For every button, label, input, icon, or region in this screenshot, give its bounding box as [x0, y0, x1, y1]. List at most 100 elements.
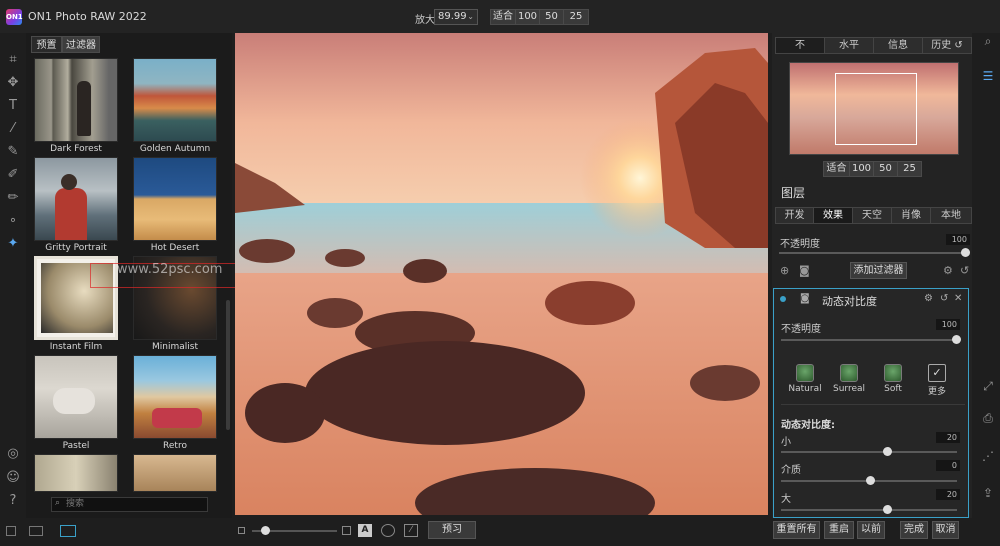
tab-effects[interactable]: 效果 [813, 207, 853, 224]
slider-medium-knob[interactable] [866, 476, 875, 485]
overlay-icon[interactable]: ⁄ [404, 524, 418, 537]
tab-sky[interactable]: 天空 [852, 207, 892, 224]
user-icon[interactable]: ☺ [5, 470, 21, 486]
nav-25-button[interactable]: 25 [897, 161, 922, 177]
opacity-slider[interactable] [779, 252, 964, 254]
nav-fit-button[interactable]: 适合 [823, 161, 850, 177]
search-input[interactable]: 搜索 [51, 497, 208, 512]
filter-opacity-label: 不透明度 [781, 324, 821, 335]
slider-small[interactable] [781, 451, 957, 453]
preset-thumb-retro[interactable] [133, 355, 217, 439]
tab-navigator[interactable]: 不 [775, 37, 825, 54]
retouch-brush-icon[interactable]: ✐ [5, 167, 21, 183]
preset-thumb-pastel[interactable] [34, 355, 118, 439]
preset-surreal-icon[interactable] [840, 364, 858, 382]
brush-icon[interactable]: ⁄ [5, 121, 21, 137]
previous-button[interactable]: 以前 [857, 521, 885, 539]
add-filter-button[interactable]: 添加过滤器 [850, 262, 907, 279]
export-icon[interactable]: ⇪ [980, 485, 996, 501]
thumbnail-size-knob[interactable] [261, 526, 270, 535]
filter-close-icon[interactable]: ✕ [954, 293, 962, 304]
preset-thumb-next-right[interactable] [133, 454, 217, 492]
preset-thumb-golden-autumn[interactable] [133, 58, 217, 142]
add-layer-icon[interactable]: ⊕ [780, 264, 789, 277]
filter-gear-icon[interactable]: ⚙ [924, 293, 933, 304]
preset-surreal-label: Surreal [832, 384, 865, 394]
more-presets-icon[interactable]: ✓ [928, 364, 946, 382]
print-icon[interactable]: ⎙ [980, 410, 996, 426]
zoom-50-button[interactable]: 50 [539, 9, 564, 25]
tab-info[interactable]: 信息 [873, 37, 923, 54]
filter-mask-icon[interactable]: ◙ [800, 293, 810, 304]
preset-soft-icon[interactable] [884, 364, 902, 382]
gear-icon[interactable]: ⚙ [943, 264, 953, 277]
slider-large[interactable] [781, 509, 957, 511]
zoom-small-icon[interactable] [238, 527, 245, 534]
tab-levels[interactable]: 水平 [824, 37, 874, 54]
preset-thumb-dark-forest[interactable] [34, 58, 118, 142]
preset-thumb-next-left[interactable] [34, 454, 118, 492]
mask-icon[interactable]: ◙ [799, 264, 810, 277]
history-label: 历史 [931, 40, 952, 51]
cancel-button[interactable]: 取消 [932, 521, 959, 539]
crop-icon[interactable]: ⌗ [5, 52, 21, 68]
layers-icon[interactable]: ◎ [5, 446, 21, 462]
zoom-large-icon[interactable] [342, 526, 351, 535]
tab-history[interactable]: 历史 ↺ [922, 37, 972, 54]
grid-view-icon[interactable] [60, 525, 76, 537]
text-overlay-icon[interactable]: A [358, 524, 372, 537]
clone-icon[interactable]: ∘ [5, 213, 21, 229]
share-icon[interactable]: ⋰ [980, 448, 996, 464]
slider-large-knob[interactable] [883, 505, 892, 514]
refine-icon[interactable]: ✦ [5, 236, 21, 252]
tab-filters[interactable]: 过滤器 [62, 36, 100, 53]
tab-presets[interactable]: 预置 [31, 36, 62, 53]
main-photo[interactable] [235, 33, 768, 515]
preset-label: Minimalist [152, 342, 198, 352]
presets-scrollbar[interactable] [226, 300, 230, 430]
nav-50-button[interactable]: 50 [873, 161, 898, 177]
move-icon[interactable]: ✥ [5, 75, 21, 91]
compare-view-icon[interactable] [29, 526, 43, 536]
tab-develop[interactable]: 开发 [775, 207, 814, 224]
reset-button[interactable]: 重启 [824, 521, 854, 539]
preset-thumb-hot-desert[interactable] [133, 157, 217, 241]
slider-medium-value[interactable]: 0 [936, 460, 960, 471]
preset-thumb-gritty-portrait[interactable] [34, 157, 118, 241]
reset-all-button[interactable]: 重置所有 [773, 521, 820, 539]
navigator-viewport-box[interactable] [835, 73, 917, 145]
resize-icon[interactable]: ⤢ [980, 378, 996, 394]
opacity-value[interactable]: 100 [946, 234, 970, 245]
single-view-icon[interactable] [6, 526, 16, 536]
zoom-fit-button[interactable]: 适合 [490, 9, 516, 25]
zoom-25-button[interactable]: 25 [563, 9, 589, 25]
edit-sliders-icon[interactable]: ☰ [980, 68, 996, 84]
slider-small-knob[interactable] [883, 447, 892, 456]
mask-brush-icon[interactable]: ✎ [5, 144, 21, 160]
app-title: ON1 Photo RAW 2022 [28, 10, 147, 23]
tab-portrait[interactable]: 肖像 [891, 207, 931, 224]
filter-enabled-dot[interactable] [780, 296, 786, 302]
healing-icon[interactable]: ✏ [5, 190, 21, 206]
preset-natural-icon[interactable] [796, 364, 814, 382]
head [61, 174, 77, 190]
slider-small-value[interactable]: 20 [936, 432, 960, 443]
filter-opacity-knob[interactable] [952, 335, 961, 344]
slider-large-value[interactable]: 20 [936, 489, 960, 500]
filter-opacity-value[interactable]: 100 [936, 319, 960, 330]
help-icon[interactable]: ? [5, 493, 21, 509]
navigator-preview[interactable] [789, 62, 959, 155]
preview-button[interactable]: 预习 [428, 521, 476, 539]
browse-icon[interactable]: ⌕ [980, 33, 996, 49]
nav-100-button[interactable]: 100 [849, 161, 874, 177]
mask-view-icon[interactable] [381, 524, 395, 537]
opacity-slider-knob[interactable] [961, 248, 970, 257]
zoom-100-button[interactable]: 100 [515, 9, 540, 25]
zoom-select[interactable]: 89.99 ⌄ [434, 9, 478, 25]
reset-icon[interactable]: ↺ [960, 264, 969, 277]
filter-opacity-slider[interactable] [781, 339, 957, 341]
text-icon[interactable]: T [5, 98, 21, 114]
tab-local[interactable]: 本地 [930, 207, 972, 224]
done-button[interactable]: 完成 [900, 521, 928, 539]
filter-reset-icon[interactable]: ↺ [940, 293, 948, 304]
